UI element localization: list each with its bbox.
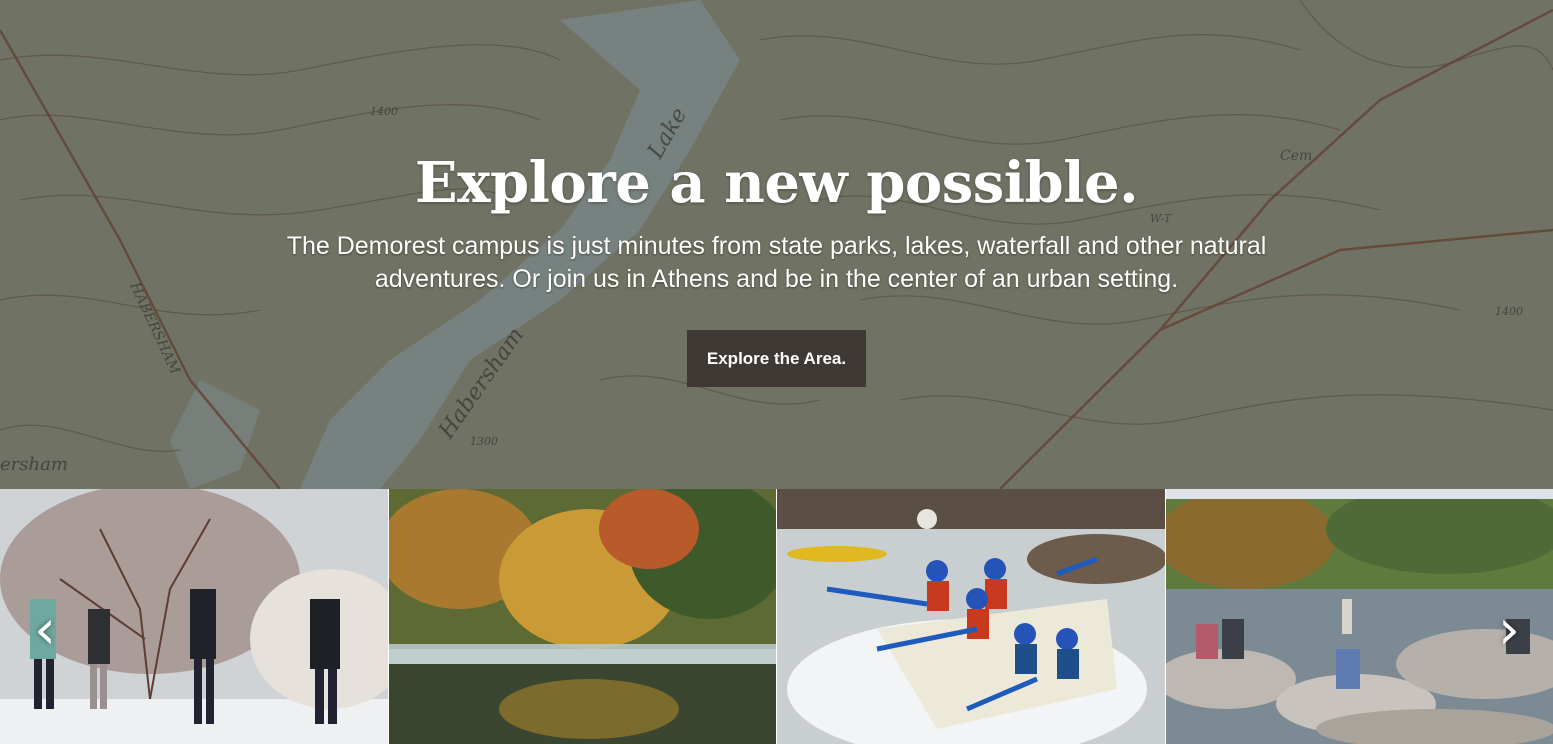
carousel-prev-button[interactable]: ‹ — [20, 590, 70, 670]
hero-content: Explore a new possible. The Demorest cam… — [0, 150, 1553, 387]
chevron-right-icon: › — [1498, 598, 1520, 661]
gallery-image-autumn-lake[interactable] — [388, 489, 776, 744]
gallery-image-whitewater-rafting[interactable] — [777, 489, 1165, 744]
hero-section: Lake Habersham HABERSHAM ersham Cem 1400… — [0, 0, 1553, 489]
chevron-left-icon: ‹ — [34, 598, 56, 661]
hero-description: The Demorest campus is just minutes from… — [286, 232, 1267, 293]
carousel-next-button[interactable]: › — [1484, 590, 1534, 670]
image-carousel — [0, 489, 1553, 744]
hero-title: Explore a new possible. — [414, 150, 1139, 216]
explore-area-button[interactable]: Explore the Area. — [686, 330, 867, 387]
